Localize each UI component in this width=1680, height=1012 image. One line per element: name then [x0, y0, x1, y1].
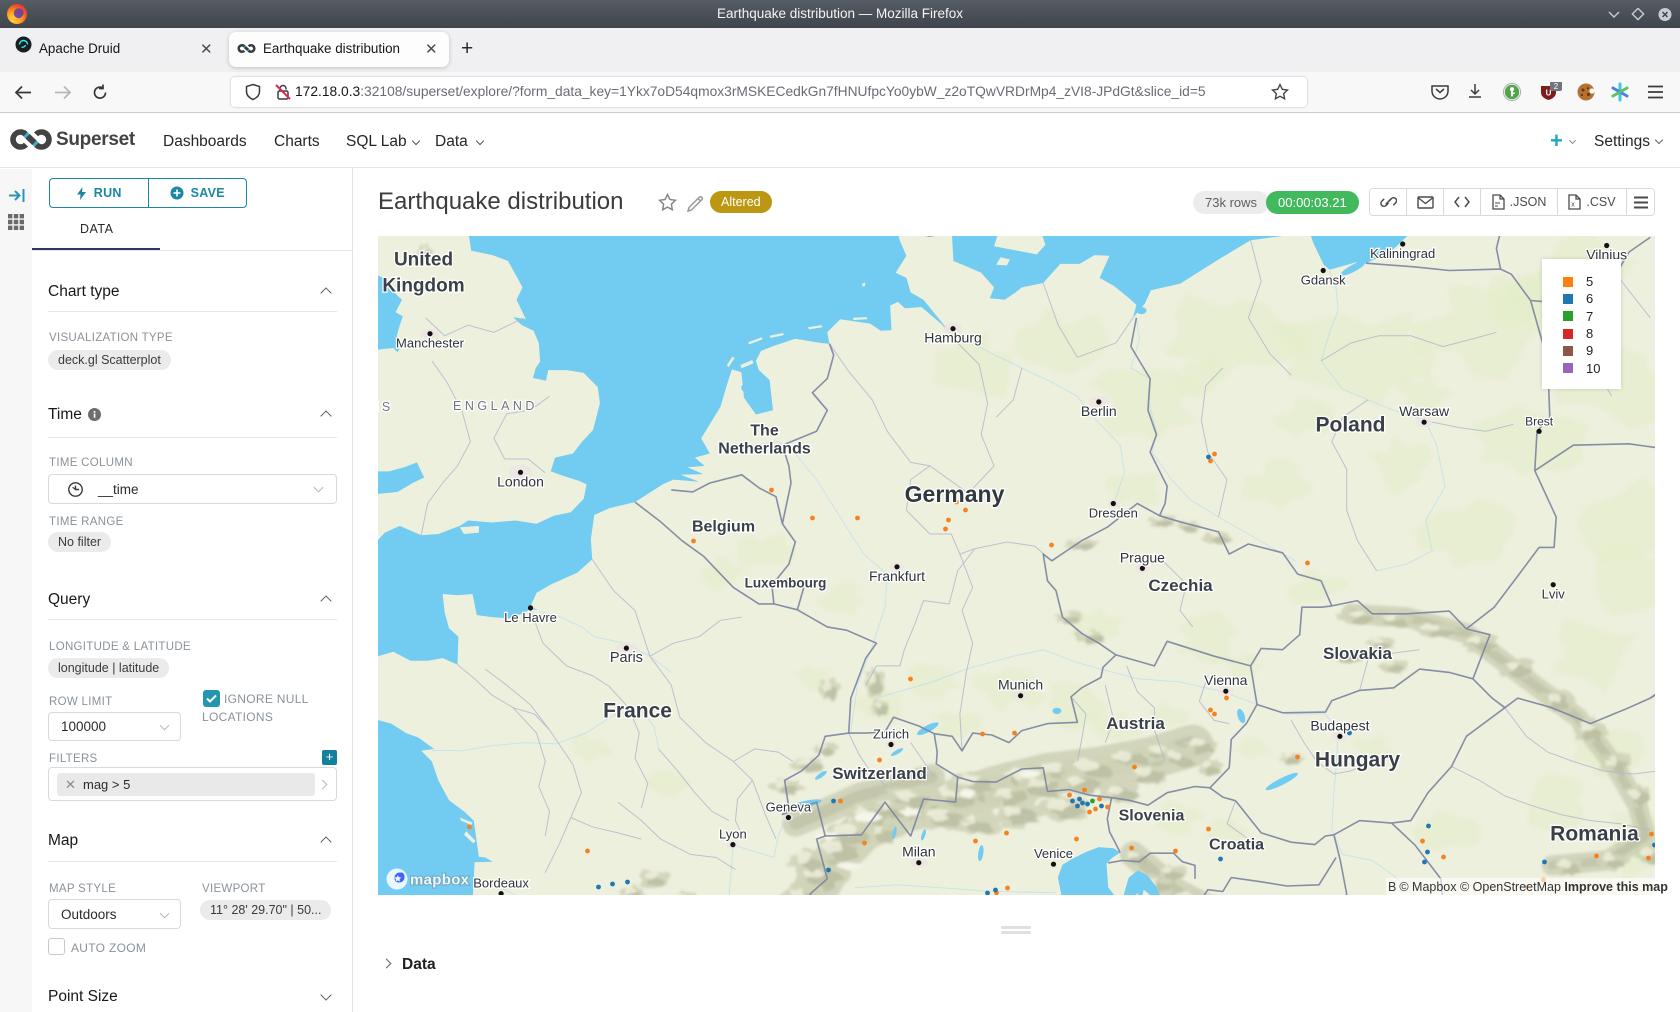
svg-text:Frankfurt: Frankfurt — [869, 568, 925, 584]
svg-text:Netherlands: Netherlands — [718, 441, 811, 458]
svg-text:Lviv: Lviv — [1542, 587, 1566, 602]
svg-text:Manchester: Manchester — [396, 336, 465, 351]
svg-text:Hamburg: Hamburg — [924, 330, 982, 346]
svg-text:Zurich: Zurich — [873, 727, 909, 742]
svg-text:Gdansk: Gdansk — [1301, 273, 1346, 288]
svg-text:Prague: Prague — [1120, 549, 1165, 565]
svg-text:Budapest: Budapest — [1310, 717, 1369, 733]
svg-text:Brest: Brest — [1525, 414, 1554, 428]
svg-text:Hungary: Hungary — [1315, 748, 1401, 771]
svg-text:Milan: Milan — [902, 844, 935, 860]
svg-text:Austria: Austria — [1106, 714, 1165, 733]
svg-text:United: United — [394, 250, 453, 271]
svg-text:London: London — [497, 473, 544, 489]
svg-text:Poland: Poland — [1315, 413, 1385, 436]
svg-text:Slovakia: Slovakia — [1323, 644, 1393, 663]
svg-text:Germany: Germany — [905, 481, 1005, 507]
svg-text:Venice: Venice — [1034, 846, 1073, 861]
svg-text:Munich: Munich — [998, 677, 1043, 693]
svg-text:Romania: Romania — [1550, 822, 1639, 845]
svg-text:Kaliningrad: Kaliningrad — [1370, 246, 1435, 261]
svg-text:Switzerland: Switzerland — [832, 764, 926, 783]
svg-text:Warsaw: Warsaw — [1399, 403, 1450, 419]
svg-text:ENGLAND: ENGLAND — [453, 399, 538, 413]
svg-text:Vienna: Vienna — [1204, 672, 1248, 688]
svg-text:Lyon: Lyon — [719, 827, 747, 842]
svg-text:Berlin: Berlin — [1081, 403, 1117, 419]
svg-text:Geneva: Geneva — [766, 800, 812, 815]
svg-text:Paris: Paris — [610, 650, 643, 666]
svg-text:Bordeaux: Bordeaux — [473, 876, 529, 891]
svg-text:mapbox: mapbox — [410, 872, 470, 889]
svg-text:2: 2 — [1554, 82, 1559, 91]
svg-text:Luxembourg: Luxembourg — [745, 576, 827, 591]
svg-text:Dresden: Dresden — [1089, 506, 1138, 521]
svg-text:x: x — [1572, 202, 1576, 209]
svg-text:ES: ES — [378, 400, 394, 414]
svg-text:The: The — [750, 423, 779, 440]
svg-text:Belgium: Belgium — [692, 519, 755, 536]
svg-text:Croatia: Croatia — [1209, 837, 1264, 854]
svg-text:Czechia: Czechia — [1148, 576, 1213, 595]
svg-text:Slovenia: Slovenia — [1119, 808, 1185, 825]
svg-text:Kingdom: Kingdom — [382, 276, 464, 297]
svg-text:Le Havre: Le Havre — [504, 610, 557, 625]
svg-text:France: France — [603, 699, 672, 722]
